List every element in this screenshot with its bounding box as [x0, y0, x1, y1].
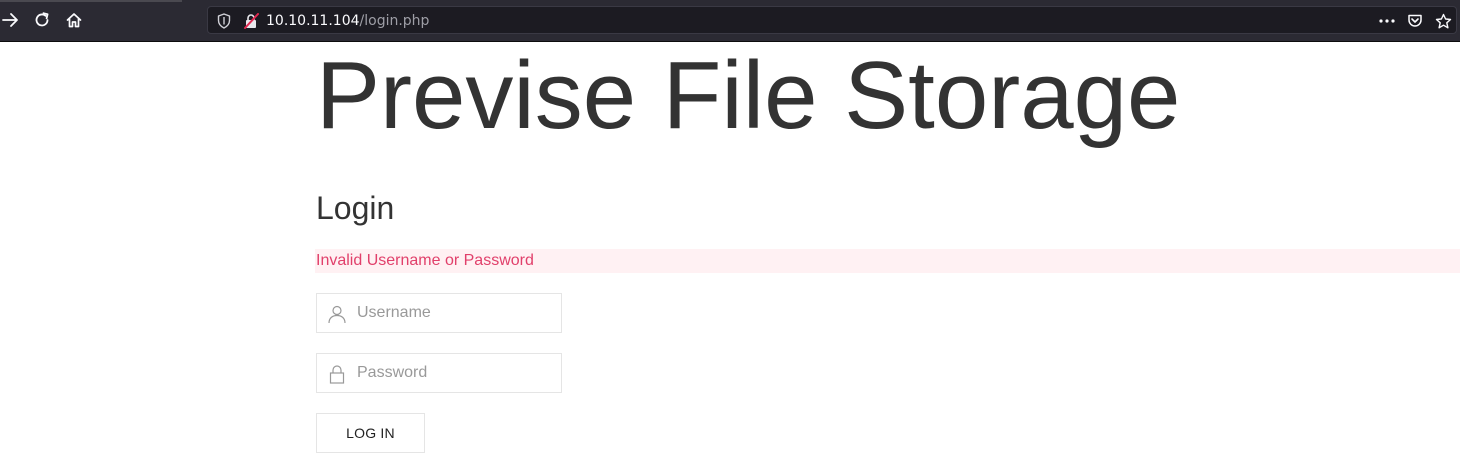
forward-button[interactable]	[0, 9, 22, 31]
login-button[interactable]: LOG IN	[316, 413, 425, 453]
pocket-icon[interactable]	[1406, 12, 1424, 30]
url-text[interactable]: 10.10.11.104/login.php	[266, 12, 429, 30]
tab-strip-edge	[0, 0, 182, 2]
password-input[interactable]	[357, 354, 557, 392]
home-button[interactable]	[63, 9, 85, 31]
url-host: 10.10.11.104	[266, 13, 360, 29]
url-path: /login.php	[359, 13, 430, 29]
address-bar[interactable]: 10.10.11.104/login.php	[207, 6, 1457, 34]
username-field[interactable]	[316, 293, 562, 333]
home-icon	[65, 11, 83, 29]
lock-icon	[327, 364, 347, 384]
site-title: Previse File Storage	[316, 42, 1181, 149]
browser-toolbar: 10.10.11.104/login.php	[0, 0, 1460, 42]
more-options-icon[interactable]	[1378, 12, 1396, 30]
error-alert: Invalid Username or Password	[315, 249, 1460, 273]
star-icon[interactable]	[1434, 12, 1452, 30]
password-field[interactable]	[316, 353, 562, 393]
reload-button[interactable]	[31, 9, 53, 31]
user-icon	[327, 304, 347, 324]
arrow-right-icon	[2, 12, 20, 28]
login-heading: Login	[316, 190, 395, 226]
insecure-lock-icon[interactable]	[244, 13, 259, 34]
username-input[interactable]	[357, 294, 557, 332]
shield-icon[interactable]	[217, 13, 231, 34]
reload-icon	[33, 11, 51, 29]
